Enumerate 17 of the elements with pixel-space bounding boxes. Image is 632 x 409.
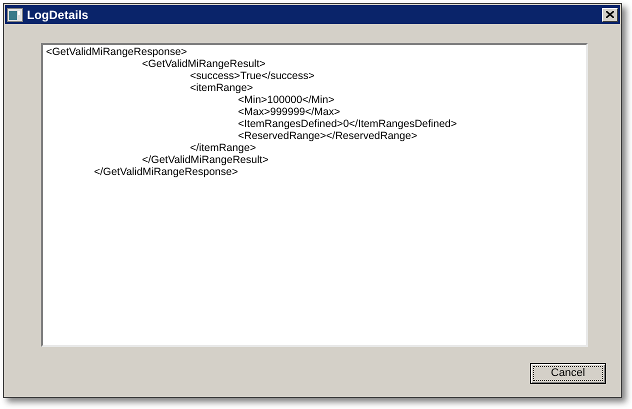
log-line: <Min>100000</Min>: [237, 94, 336, 106]
log-line: <ReservedRange></ReservedRange>: [237, 130, 418, 142]
close-button[interactable]: [602, 8, 618, 22]
log-line: <Max>999999</Max>: [237, 106, 342, 118]
window-title: LogDetails: [27, 6, 90, 24]
window-icon: [7, 8, 23, 22]
cancel-button[interactable]: Cancel: [530, 363, 606, 384]
log-line: <GetValidMiRangeResult>: [141, 58, 267, 70]
log-line: </GetValidMiRangeResponse>: [93, 166, 239, 178]
log-line: </GetValidMiRangeResult>: [141, 154, 270, 166]
log-text-area[interactable]: [41, 43, 588, 347]
close-icon: [606, 11, 614, 18]
log-line: <GetValidMiRangeResponse>: [46, 46, 188, 58]
log-line: <itemRange>: [189, 82, 254, 94]
log-line: <success>True</success>: [189, 70, 316, 82]
log-line: </itemRange>: [189, 142, 257, 154]
log-line: <ItemRangesDefined>0</ItemRangesDefined>: [237, 118, 458, 130]
